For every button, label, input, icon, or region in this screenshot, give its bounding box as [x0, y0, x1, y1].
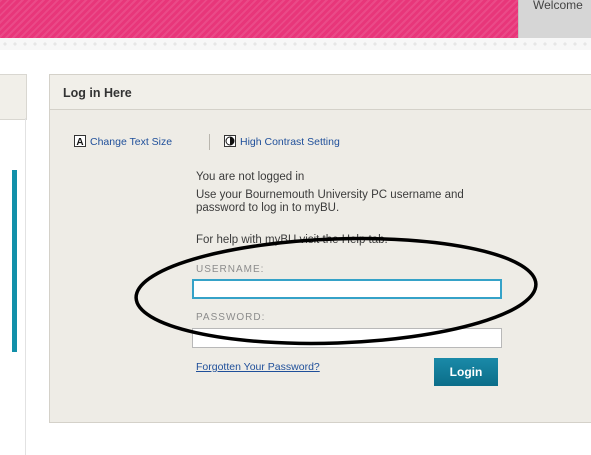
login-button[interactable]: Login	[434, 358, 498, 386]
left-column-divider	[25, 118, 26, 455]
instructions-line-2: password to log in to myBU.	[196, 202, 340, 214]
username-label: USERNAME:	[196, 264, 265, 275]
password-field[interactable]	[192, 328, 502, 348]
high-contrast-link[interactable]: High Contrast Setting	[224, 135, 340, 148]
tab-welcome-label: Welcome	[533, 0, 583, 12]
change-text-size-label: Change Text Size	[90, 136, 173, 148]
text-size-icon: A	[74, 135, 86, 148]
instructions-line-1: Use your Bournemouth University PC usern…	[196, 189, 464, 201]
login-status-text: You are not logged in	[196, 171, 305, 183]
left-accent-bar	[12, 170, 17, 352]
svg-text:A: A	[76, 137, 83, 147]
login-panel: Log in Here A Change Text Size High Cont…	[49, 74, 591, 423]
change-text-size-link[interactable]: A Change Text Size	[74, 135, 172, 148]
decorative-dots-band	[0, 38, 591, 50]
header-banner	[0, 0, 591, 38]
tab-welcome[interactable]: Welcome	[518, 0, 591, 38]
panel-title: Log in Here	[63, 86, 132, 100]
login-panel-header: Log in Here	[50, 75, 591, 110]
help-text: For help with myBU visit the Help tab.	[196, 234, 388, 246]
forgot-password-link[interactable]: Forgotten Your Password?	[196, 361, 320, 373]
contrast-icon	[224, 135, 236, 147]
password-label: PASSWORD:	[196, 312, 266, 323]
left-panel-header	[0, 74, 27, 120]
high-contrast-label: High Contrast Setting	[240, 136, 340, 148]
toolbar-divider	[209, 134, 210, 150]
username-field[interactable]	[192, 279, 502, 299]
